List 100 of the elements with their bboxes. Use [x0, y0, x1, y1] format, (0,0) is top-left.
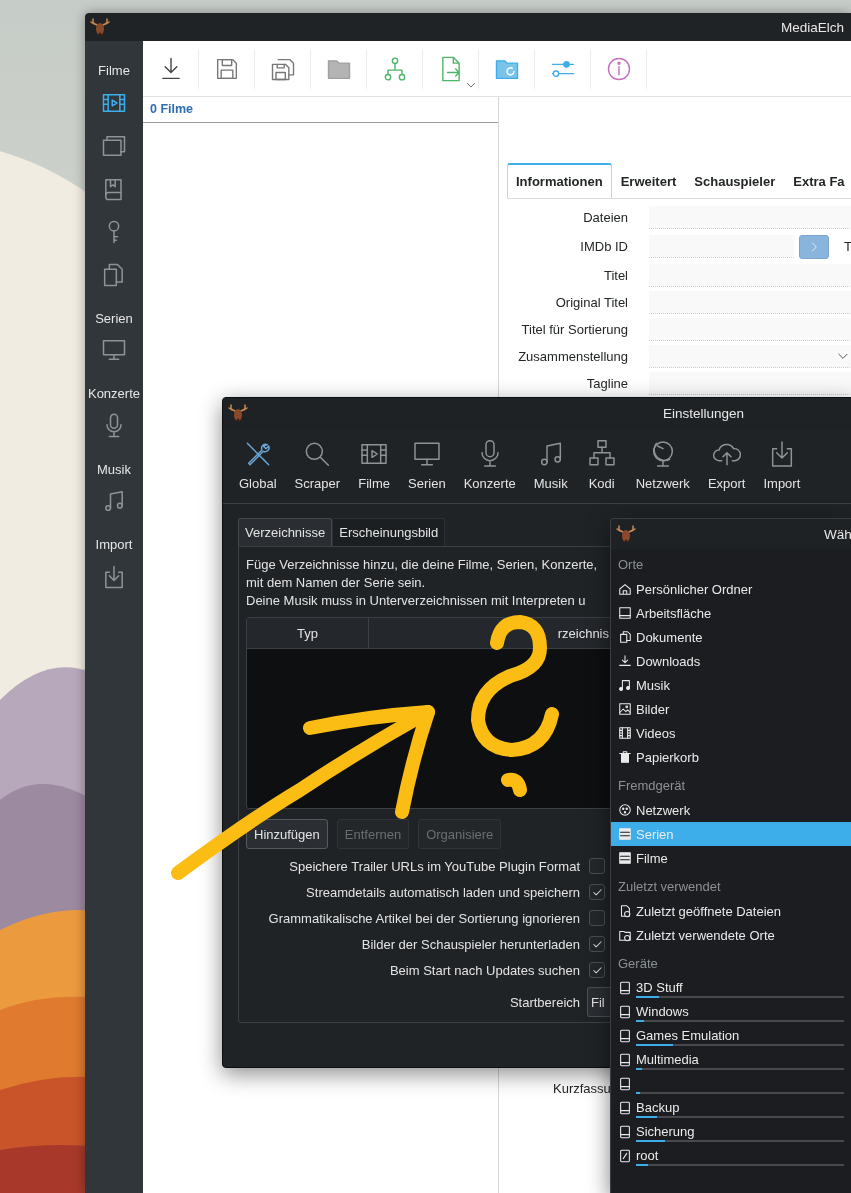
place-label: Arbeitsfläche: [636, 605, 712, 621]
category-button[interactable]: Export: [707, 438, 746, 503]
option-label: Startbereich: [508, 994, 580, 1010]
description-text: Deine Musik muss in Unterverzeichnissen mit Interpreten u: [246, 592, 586, 610]
input-field[interactable]: [649, 291, 851, 314]
input-field[interactable]: [649, 318, 851, 341]
category-button[interactable]: Filme: [358, 438, 391, 503]
input-field[interactable]: [649, 372, 851, 395]
category-button[interactable]: Scraper: [294, 438, 341, 503]
input-field[interactable]: [649, 235, 794, 258]
moose-head-icon: [90, 17, 110, 37]
section-header: Orte: [617, 556, 645, 574]
category-button[interactable]: Serien: [408, 438, 446, 503]
drive-icon: [618, 1077, 632, 1091]
category-button[interactable]: Netzwerk: [635, 438, 690, 503]
moose-head-icon: [228, 403, 248, 423]
place-item[interactable]: Games Emulation: [611, 1024, 851, 1048]
category-button[interactable]: Kodi: [585, 438, 618, 503]
input-field[interactable]: [649, 264, 851, 287]
field-label: T: [844, 239, 851, 254]
tab[interactable]: Informationen: [507, 163, 612, 198]
sidebar-label: Konzerte: [87, 385, 140, 403]
column-header: Typ: [247, 618, 369, 648]
drive-icon: [618, 1125, 632, 1139]
place-item[interactable]: Musik: [611, 673, 851, 697]
place-item[interactable]: Netzwerk: [611, 798, 851, 822]
tab[interactable]: Erscheinungsbild: [332, 518, 446, 546]
column-header: rzeichnis: [556, 624, 610, 643]
place-item[interactable]: Windows: [611, 1000, 851, 1024]
place-item[interactable]: Arbeitsfläche: [611, 601, 851, 625]
place-item[interactable]: Papierkorb: [611, 745, 851, 769]
checkbox[interactable]: [589, 910, 605, 926]
option-label: Grammatikalische Artikel bei der Sortierung ignorieren: [267, 910, 580, 926]
option-label: Beim Start nach Updates suchen: [388, 962, 580, 978]
sidebar-label: Musik: [97, 460, 131, 479]
description-text: Füge Verzeichnisse hinzu, die deine Filme, Serien, Konzerte,: [246, 556, 598, 574]
checkbox[interactable]: [589, 962, 605, 978]
place-item[interactable]: Videos: [611, 721, 851, 745]
section-header: Zuletzt verwendet: [617, 878, 722, 896]
recent-file-icon: [618, 904, 632, 918]
drive-icon: [618, 981, 632, 995]
device-name: Windows: [636, 1002, 690, 1020]
moose-head-icon: [616, 524, 636, 544]
place-label: Videos: [636, 725, 676, 741]
option-label: Speichere Trailer URLs im YouTube Plugin Format: [288, 858, 580, 874]
action-button[interactable]: Hinzufügen: [246, 819, 328, 849]
device-name: Sicherung: [636, 1122, 696, 1140]
field-label: Tagline: [585, 376, 628, 391]
option-label: Streamdetails automatisch laden und speichern: [305, 884, 580, 900]
documents-icon: [618, 630, 632, 644]
dialog-title: Wäh: [824, 526, 851, 542]
place-label: Filme: [636, 850, 668, 866]
checkbox[interactable]: [589, 884, 605, 900]
checkbox[interactable]: [589, 858, 605, 874]
place-item[interactable]: Zuletzt verwendete Orte: [611, 923, 851, 947]
field-label: Kurzfassu: [553, 1080, 611, 1098]
place-item[interactable]: Downloads: [611, 649, 851, 673]
network-icon: [618, 803, 632, 817]
device-name: Backup: [636, 1098, 681, 1116]
place-label: Papierkorb: [636, 749, 699, 765]
sidebar-label: Import: [95, 536, 133, 554]
desktop-icon: [618, 606, 632, 620]
check-icon: [591, 938, 603, 950]
place-item[interactable]: Filme: [611, 846, 851, 870]
place-label: Musik: [636, 677, 670, 693]
category-button[interactable]: Import: [763, 438, 801, 503]
check-icon: [591, 886, 603, 898]
input-field[interactable]: [649, 206, 851, 229]
category-button[interactable]: Global: [239, 438, 277, 503]
place-item[interactable]: Zuletzt geöffnete Dateien: [611, 899, 851, 923]
field-label: Titel für Sortierung: [520, 322, 628, 337]
place-item[interactable]: Persönlicher Ordner: [611, 577, 851, 601]
field-label: Dateien: [582, 210, 628, 225]
place-item[interactable]: Multimedia: [611, 1048, 851, 1072]
drive-icon: [618, 1005, 632, 1019]
place-label: Zuletzt geöffnete Dateien: [636, 903, 782, 919]
category-button[interactable]: Musik: [533, 438, 568, 503]
place-item[interactable]: root: [611, 1144, 851, 1168]
sidebar-label: Serien: [95, 309, 133, 328]
window-title: MediaElch: [781, 19, 845, 35]
drive-icon: [618, 827, 632, 841]
place-item[interactable]: Sicherung: [611, 1120, 851, 1144]
start-area-dropdown[interactable]: Fil: [587, 987, 611, 1017]
go-button[interactable]: [799, 234, 829, 259]
section-header: Fremdgerät: [617, 777, 687, 795]
tab[interactable]: Verzeichnisse: [238, 518, 333, 546]
place-item[interactable]: Bilder: [611, 697, 851, 721]
place-item[interactable]: 3D Stuff: [611, 976, 851, 1000]
dropdown-field[interactable]: [649, 345, 851, 368]
place-item[interactable]: Backup: [611, 1096, 851, 1120]
download-icon: [618, 654, 632, 668]
sidebar-label: Filme: [98, 62, 130, 80]
place-label: Bilder: [636, 701, 670, 717]
place-item[interactable]: Dokumente: [611, 625, 851, 649]
field-label: Titel: [602, 268, 628, 283]
checkbox[interactable]: [589, 936, 605, 952]
device-name: root: [636, 1146, 660, 1164]
music-note-icon: [618, 678, 632, 692]
section-header: Geräte: [617, 955, 659, 973]
category-button[interactable]: Konzerte: [463, 438, 516, 503]
